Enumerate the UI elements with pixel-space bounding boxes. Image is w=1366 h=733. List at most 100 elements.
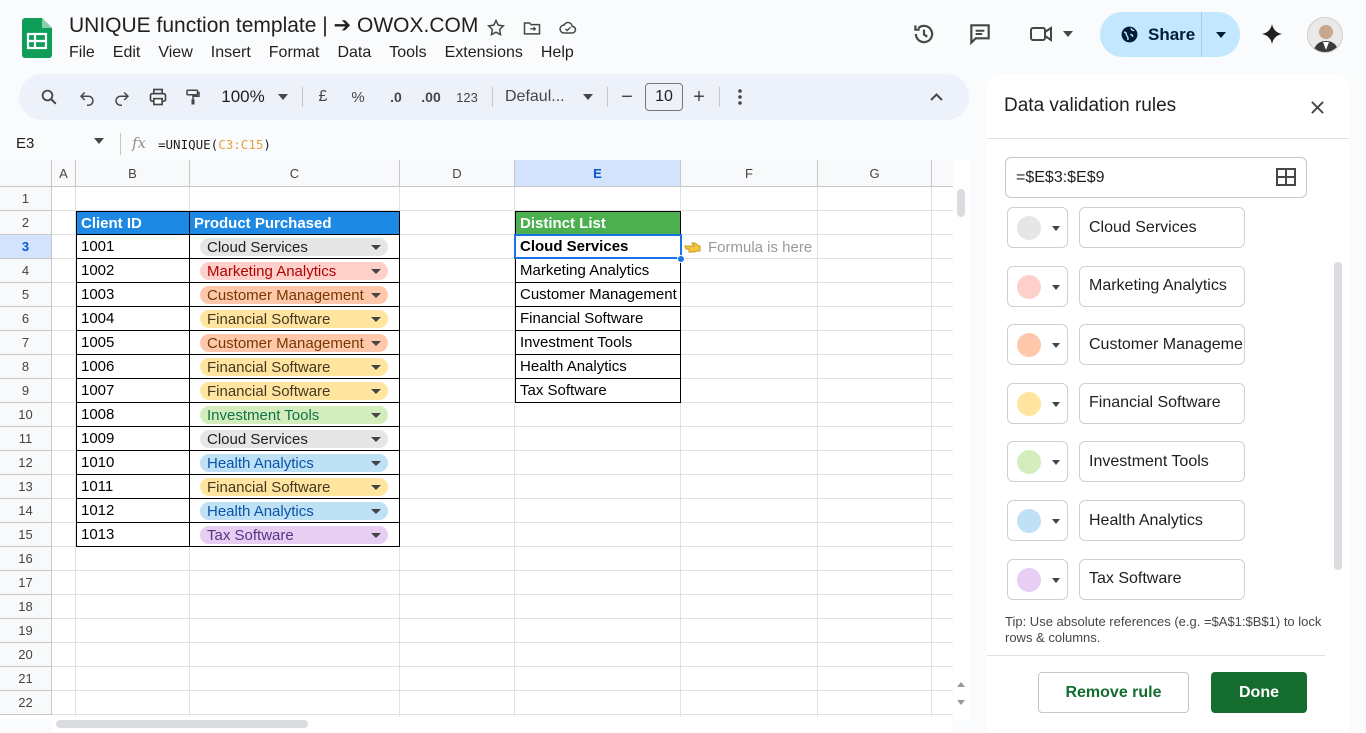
chip-dropdown-icon[interactable] [371, 317, 381, 322]
product-dropdown-chip[interactable]: Health Analytics [200, 454, 388, 472]
row-header-1[interactable]: 1 [0, 187, 52, 211]
font-size-input[interactable]: 10 [645, 83, 683, 111]
chip-dropdown-icon[interactable] [371, 341, 381, 346]
zoom-dropdown-icon[interactable] [273, 74, 293, 120]
close-icon[interactable] [1305, 95, 1329, 119]
row-header-3[interactable]: 3 [0, 235, 52, 259]
redo-icon[interactable] [108, 74, 136, 120]
vertical-scrollbar[interactable] [953, 160, 969, 720]
percent-format-button[interactable]: % [347, 74, 369, 120]
option-value-input[interactable]: Customer Management [1079, 324, 1245, 366]
option-value-input[interactable]: Health Analytics [1079, 500, 1245, 541]
column-header-d[interactable]: D [400, 160, 515, 187]
grid-corner[interactable] [0, 160, 52, 187]
option-color-picker[interactable] [1007, 265, 1068, 307]
undo-icon[interactable] [73, 74, 101, 120]
client-id-cell[interactable]: 1011 [76, 475, 190, 499]
product-dropdown-chip[interactable]: Health Analytics [200, 502, 388, 520]
column-header-a[interactable]: A [52, 160, 76, 187]
chip-dropdown-icon[interactable] [371, 485, 381, 490]
client-id-header[interactable]: Client ID [76, 211, 190, 235]
decrease-font-size-button[interactable]: − [616, 74, 638, 120]
column-header-f[interactable]: F [681, 160, 818, 187]
distinct-list-cell[interactable]: Health Analytics [515, 355, 681, 379]
select-range-grid-icon[interactable] [1276, 168, 1296, 186]
row-header-22[interactable]: 22 [0, 691, 52, 715]
product-cell[interactable]: Cloud Services [190, 235, 400, 259]
client-id-cell[interactable]: 1005 [76, 331, 190, 355]
client-id-cell[interactable]: 1001 [76, 235, 190, 259]
row-header-10[interactable]: 10 [0, 403, 52, 427]
product-cell[interactable]: Financial Software [190, 355, 400, 379]
avatar[interactable] [1307, 17, 1343, 53]
version-history-icon[interactable] [908, 18, 940, 50]
zoom-select[interactable]: 100% [219, 74, 267, 120]
chip-dropdown-icon[interactable] [371, 509, 381, 514]
client-id-cell[interactable]: 1004 [76, 307, 190, 331]
product-dropdown-chip[interactable]: Financial Software [200, 478, 388, 496]
client-id-cell[interactable]: 1003 [76, 283, 190, 307]
name-box[interactable]: E3 [16, 135, 34, 152]
product-dropdown-chip[interactable]: Investment Tools [200, 406, 388, 424]
option-color-picker[interactable] [1007, 441, 1068, 483]
currency-format-button[interactable]: £ [312, 74, 334, 120]
product-cell[interactable]: Customer Management [190, 331, 400, 355]
meet-dropdown-icon[interactable] [1061, 28, 1075, 40]
menu-tools[interactable]: Tools [389, 44, 426, 62]
menu-view[interactable]: View [158, 44, 192, 62]
color-dropdown-icon[interactable] [1052, 284, 1060, 290]
product-dropdown-chip[interactable]: Cloud Services [200, 430, 388, 448]
client-id-cell[interactable]: 1007 [76, 379, 190, 403]
row-header-14[interactable]: 14 [0, 499, 52, 523]
column-header-b[interactable]: B [76, 160, 190, 187]
paint-format-icon[interactable] [179, 74, 207, 120]
spreadsheet-grid[interactable]: A B C D E F G 1 2 3 4 5 6 7 8 9 10 11 12 13 14 15 16 17 18 19 20 21… [0, 160, 953, 720]
row-header-19[interactable]: 19 [0, 619, 52, 643]
client-id-cell[interactable]: 1002 [76, 259, 190, 283]
row-header-5[interactable]: 5 [0, 283, 52, 307]
distinct-list-cell[interactable]: Investment Tools [515, 331, 681, 355]
decrease-decimal-button[interactable]: .0 [383, 74, 409, 120]
row-header-4[interactable]: 4 [0, 259, 52, 283]
row-header-9[interactable]: 9 [0, 379, 52, 403]
product-dropdown-chip[interactable]: Customer Management [200, 286, 388, 304]
distinct-list-header[interactable]: Distinct List [515, 211, 681, 235]
distinct-list-cell[interactable]: Cloud Services [515, 235, 681, 259]
search-menus-icon[interactable] [35, 74, 63, 120]
menu-format[interactable]: Format [269, 44, 320, 62]
distinct-list-cell[interactable]: Customer Management [515, 283, 681, 307]
font-dropdown-icon[interactable] [579, 74, 597, 120]
product-header[interactable]: Product Purchased [190, 211, 400, 235]
client-id-cell[interactable]: 1010 [76, 451, 190, 475]
row-header-18[interactable]: 18 [0, 595, 52, 619]
product-cell[interactable]: Financial Software [190, 475, 400, 499]
sheets-logo-icon[interactable] [22, 18, 52, 58]
name-box-dropdown-icon[interactable] [94, 138, 104, 144]
color-dropdown-icon[interactable] [1052, 226, 1060, 231]
option-color-picker[interactable] [1007, 324, 1068, 366]
row-header-6[interactable]: 6 [0, 307, 52, 331]
product-cell[interactable]: Health Analytics [190, 451, 400, 475]
option-value-input[interactable]: Tax Software [1079, 558, 1245, 600]
gemini-sparkle-icon[interactable] [1256, 18, 1288, 50]
meet-video-icon[interactable] [1026, 18, 1058, 50]
option-color-picker[interactable] [1007, 558, 1068, 600]
product-dropdown-chip[interactable]: Tax Software [200, 526, 388, 544]
column-header-c[interactable]: C [190, 160, 400, 187]
option-color-picker[interactable] [1007, 382, 1068, 424]
color-dropdown-icon[interactable] [1052, 577, 1060, 583]
product-dropdown-chip[interactable]: Financial Software [200, 382, 388, 400]
menu-extensions[interactable]: Extensions [445, 44, 523, 62]
formula-input[interactable]: =UNIQUE(C3:C15) [158, 137, 271, 152]
menu-data[interactable]: Data [337, 44, 371, 62]
move-folder-icon[interactable] [519, 15, 545, 41]
product-cell[interactable]: Health Analytics [190, 499, 400, 523]
distinct-list-cell[interactable]: Marketing Analytics [515, 259, 681, 283]
option-value-input[interactable]: Marketing Analytics [1079, 265, 1245, 307]
star-icon[interactable] [483, 15, 509, 41]
distinct-list-cell[interactable]: Financial Software [515, 307, 681, 331]
product-dropdown-chip[interactable]: Marketing Analytics [200, 262, 388, 280]
product-dropdown-chip[interactable]: Customer Management [200, 334, 388, 352]
row-header-11[interactable]: 11 [0, 427, 52, 451]
product-dropdown-chip[interactable]: Cloud Services [200, 238, 388, 256]
